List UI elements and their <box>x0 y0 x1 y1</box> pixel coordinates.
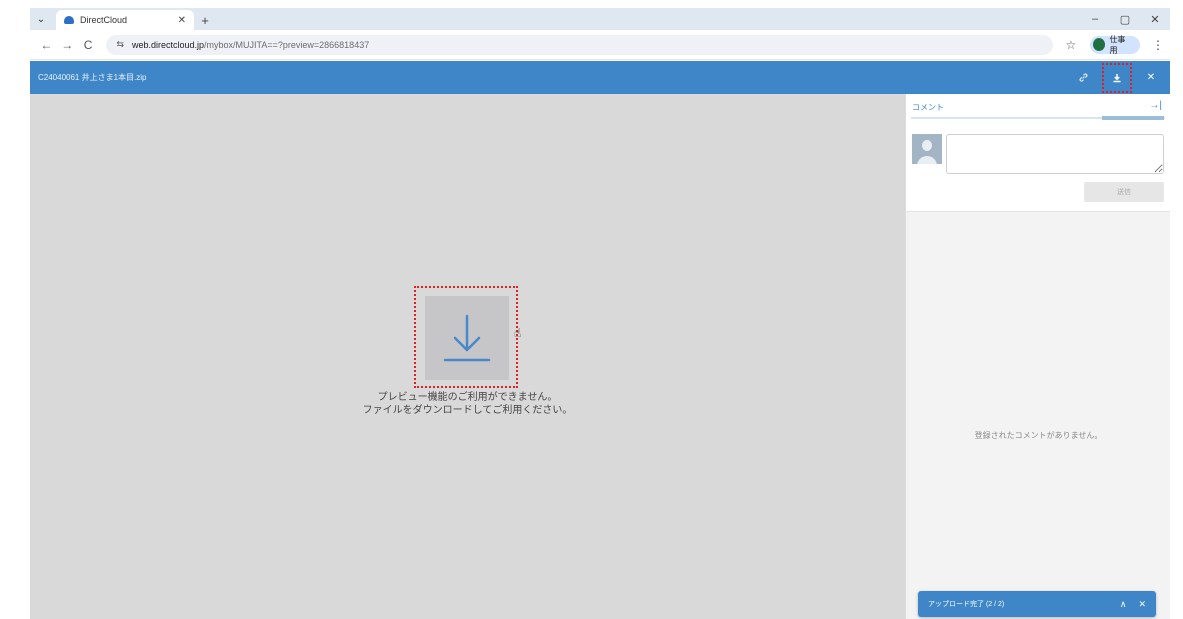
toast-expand-icon[interactable]: ∧ <box>1120 599 1127 610</box>
left-margin <box>0 0 30 619</box>
header-actions: ✕ <box>1060 62 1162 93</box>
link-icon-svg <box>1079 73 1087 82</box>
comment-panel: コメント →| 送信 登録されたコメントがありません。 アップロード完了 (2 … <box>905 94 1170 619</box>
directcloud-favicon-icon <box>64 16 74 24</box>
upload-status-toast: アップロード完了 (2 / 2) ∧ ✕ <box>918 591 1156 617</box>
url-path: /mybox/MUJITA==?preview=2866818437 <box>204 39 370 50</box>
close-preview-icon[interactable]: ✕ <box>1140 67 1162 89</box>
preview-area: ☝ プレビュー機能のご利用ができません。 ファイルをダウンロードしてご利用くださ… <box>30 94 905 619</box>
tab-title: DirectCloud <box>80 15 128 25</box>
new-tab-button[interactable]: + <box>194 10 216 30</box>
avatar-head <box>922 140 932 151</box>
large-download-button[interactable] <box>425 296 509 380</box>
comment-input[interactable] <box>946 134 1164 174</box>
reload-button[interactable]: C <box>78 38 99 52</box>
address-bar[interactable]: ⇆ web.directcloud.jp /mybox/MUJITA==?pre… <box>106 34 1054 55</box>
url-host: web.directcloud.jp <box>131 39 205 50</box>
collapse-panel-icon[interactable]: →| <box>1149 100 1162 111</box>
forward-button[interactable]: → <box>57 38 78 52</box>
user-avatar <box>912 134 942 164</box>
browser-tab[interactable]: DirectCloud ✕ <box>56 10 194 30</box>
preview-unavailable-message: プレビュー機能のご利用ができません。 ファイルをダウンロードしてご利用ください。 <box>260 391 675 417</box>
window-close-button[interactable]: ✕ <box>1140 13 1170 26</box>
avatar-body <box>917 156 937 164</box>
message-line-2: ファイルをダウンロードしてご利用ください。 <box>362 405 573 416</box>
toast-close-icon[interactable]: ✕ <box>1138 599 1146 610</box>
profile-button[interactable]: 仕事用 <box>1090 34 1140 55</box>
profile-avatar <box>1093 38 1106 51</box>
toast-actions: ∧ ✕ <box>1108 599 1146 610</box>
window-controls: – ▢ ✕ <box>1080 8 1170 30</box>
download-icon <box>1113 73 1121 82</box>
download-button[interactable] <box>1102 62 1132 93</box>
comment-tab-title[interactable]: コメント <box>912 102 944 113</box>
browser-toolbar: ← → C ⇆ web.directcloud.jp /mybox/MUJITA… <box>30 30 1170 60</box>
tab-search-button[interactable]: ⌄ <box>30 8 52 30</box>
comment-compose: コメント →| 送信 <box>906 94 1170 212</box>
link-icon[interactable] <box>1072 67 1094 89</box>
upload-status-label: アップロード完了 (2 / 2) <box>928 601 1005 608</box>
preview-header: C24040061 井上さま1本目.zip ✕ <box>30 61 1170 94</box>
bookmark-star-icon[interactable]: ☆ <box>1065 38 1076 52</box>
pointer-cursor-icon: ☝ <box>514 326 522 340</box>
restore-button[interactable]: ▢ <box>1110 13 1140 26</box>
send-comment-button[interactable]: 送信 <box>1084 182 1164 202</box>
large-download-icon <box>443 314 491 362</box>
back-button[interactable]: ← <box>36 38 57 52</box>
profile-label: 仕事用 <box>1109 34 1126 55</box>
browser-menu-icon[interactable]: ⋮ <box>1152 38 1164 52</box>
panel-scroll-indicator <box>1102 116 1164 120</box>
right-margin <box>1170 0 1183 619</box>
browser-tab-bar: ⌄ DirectCloud ✕ + – ▢ ✕ <box>30 8 1170 30</box>
minimize-button[interactable]: – <box>1080 13 1110 25</box>
tab-close-icon[interactable]: ✕ <box>178 15 186 26</box>
no-comments-text: 登録されたコメントがありません。 <box>974 431 1103 440</box>
site-info-icon[interactable]: ⇆ <box>116 39 124 50</box>
file-name: C24040061 井上さま1本目.zip <box>38 73 147 82</box>
message-line-1: プレビュー機能のご利用ができません。 <box>377 392 558 403</box>
